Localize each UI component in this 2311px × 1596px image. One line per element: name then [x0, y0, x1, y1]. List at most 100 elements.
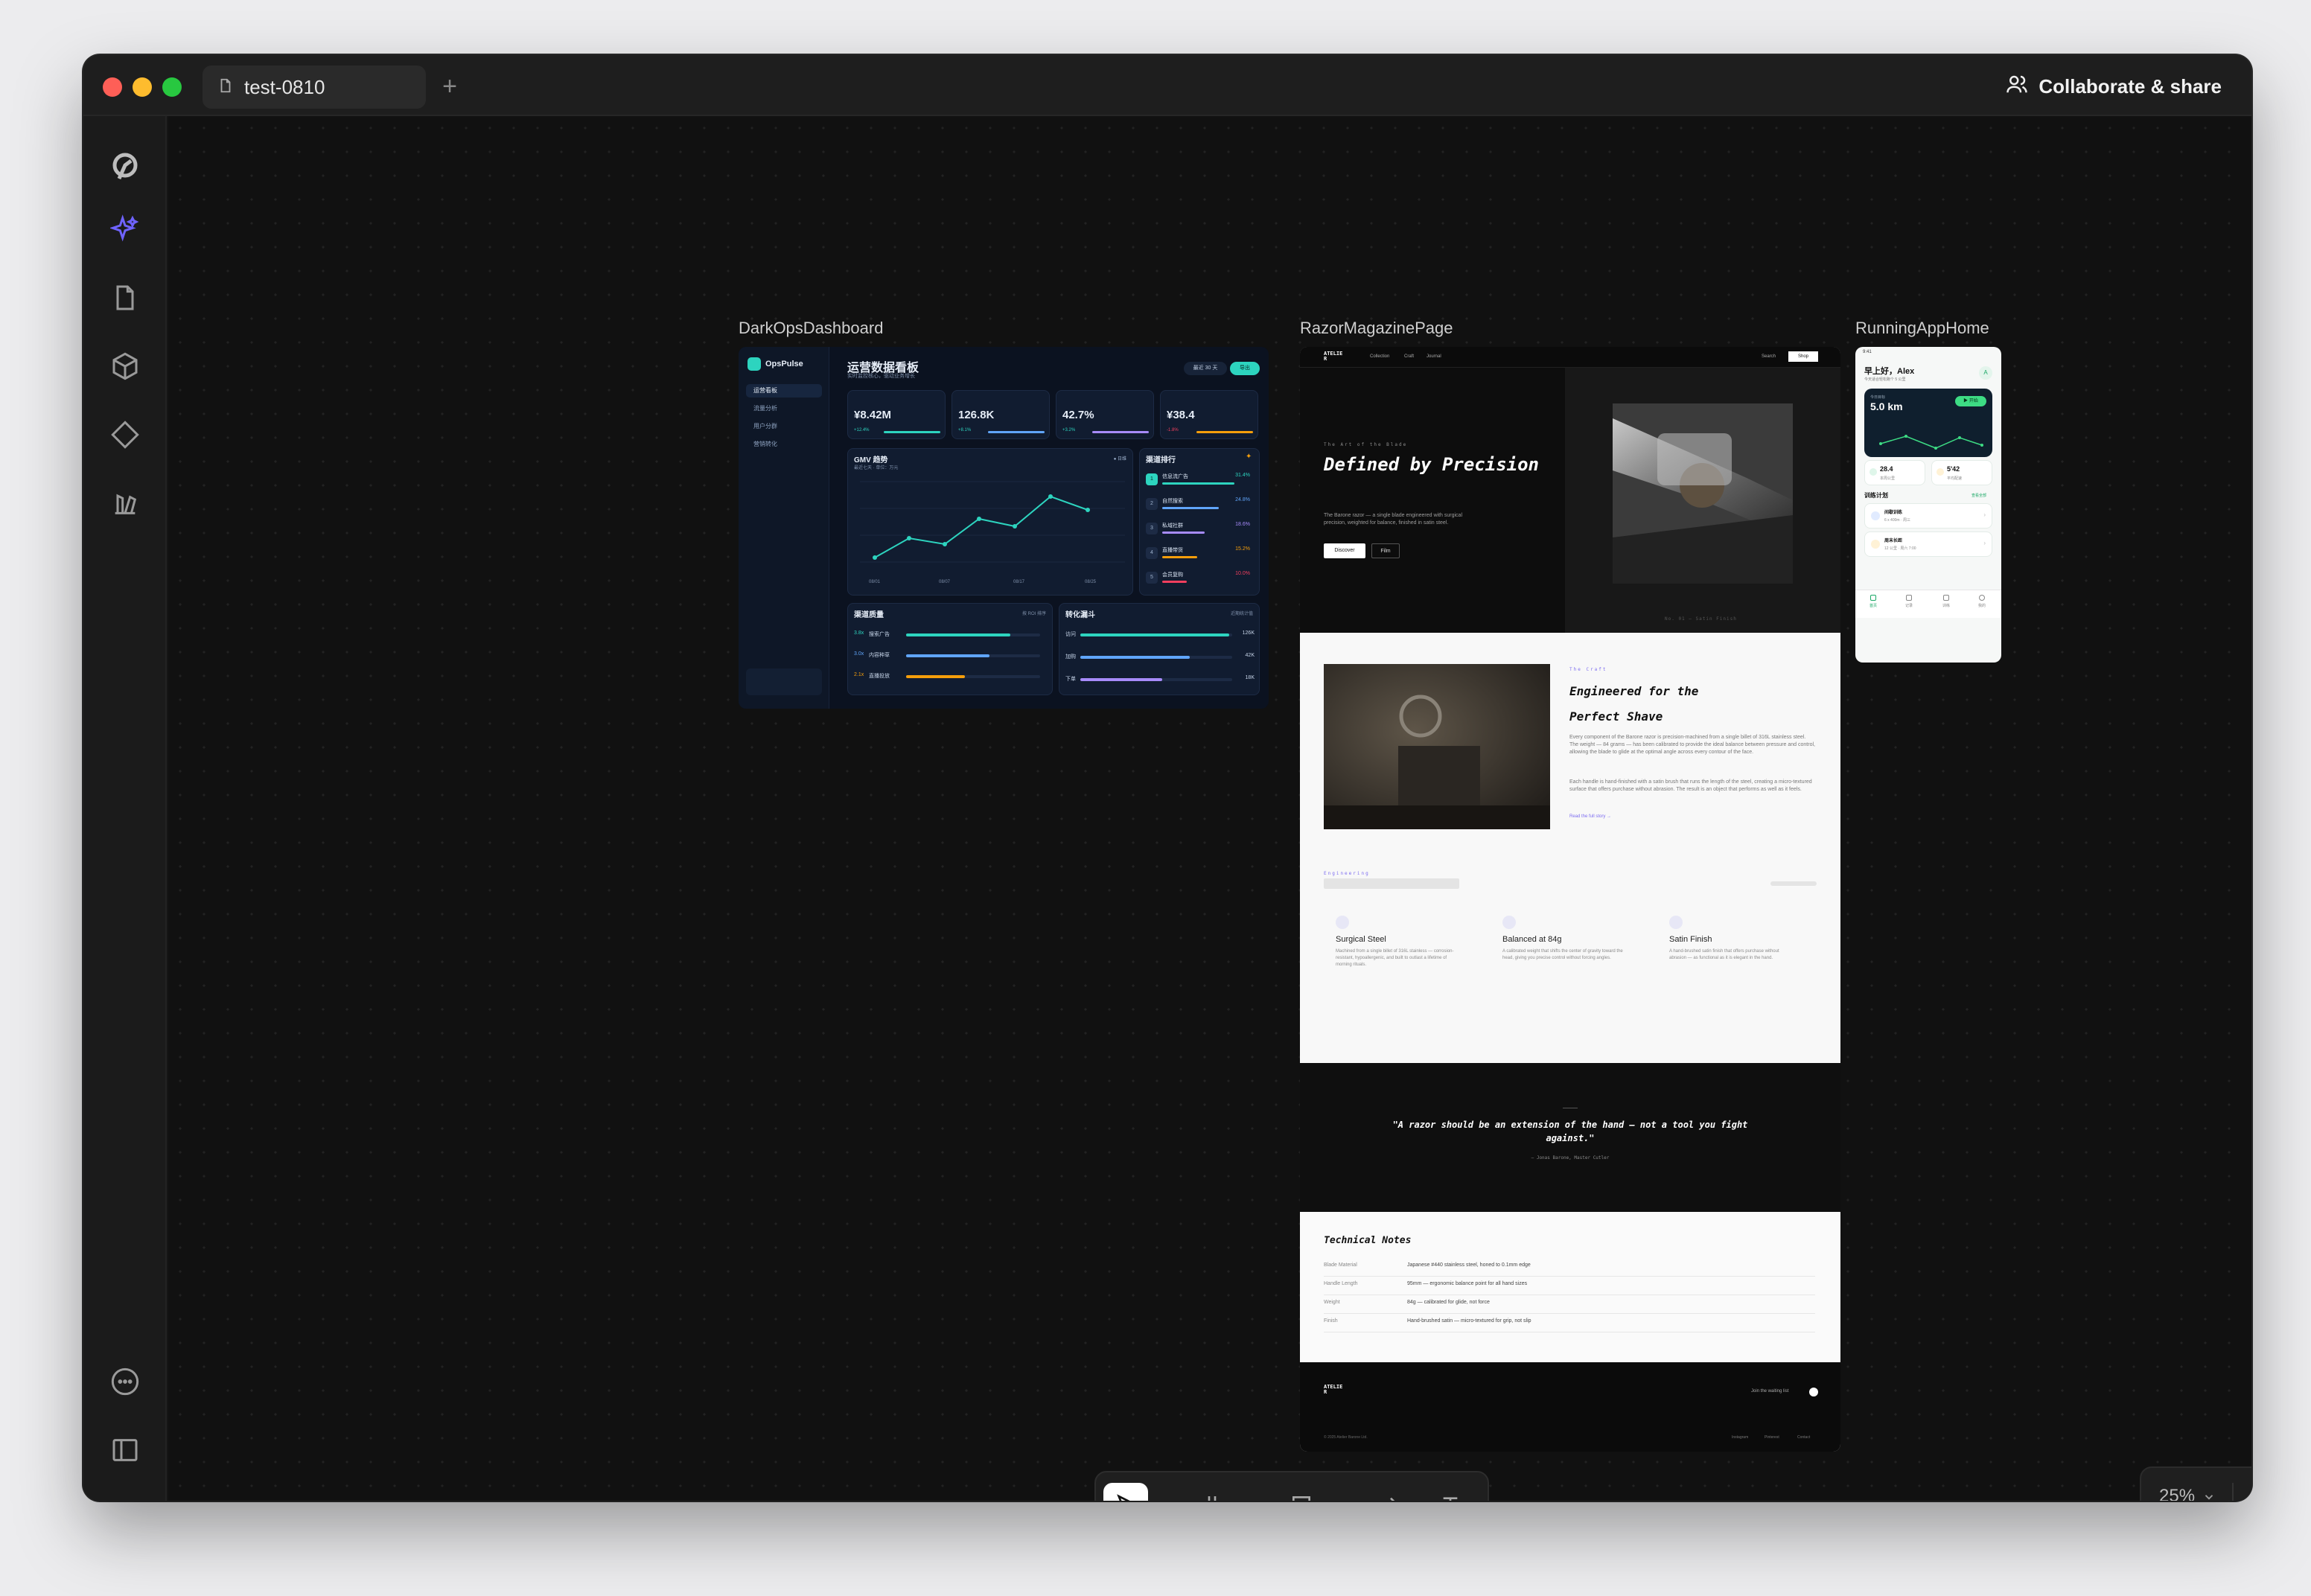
view-all-plans-link[interactable]: 查看全部: [1971, 493, 1986, 498]
chevron-down-icon[interactable]: [2202, 1490, 2216, 1501]
quality-bar-track: [906, 654, 1040, 657]
rank-value: 18.6%: [1235, 522, 1250, 527]
footer-link[interactable]: Instagram: [1732, 1435, 1748, 1440]
logo-icon[interactable]: [107, 149, 143, 185]
frame-running-app-home[interactable]: 9:41 早上好，Alex 今天适合轻松跑个 5 公里 A 今日目标 5.0 k…: [1855, 347, 2001, 663]
feature-icon: [1502, 916, 1516, 929]
quality-row: 3.8x 搜索广告: [854, 629, 1048, 641]
kpi-delta: +3.2%: [1062, 428, 1076, 432]
nav-link-collection[interactable]: Collection: [1370, 354, 1389, 359]
funnel-bar-track: [1080, 678, 1232, 681]
collaborate-share-button[interactable]: Collaborate & share: [2006, 70, 2222, 103]
plan-item[interactable]: 周末长距 12 公里 · 周六 7:00 ›: [1864, 532, 1992, 557]
funnel-value: 18K: [1245, 675, 1255, 680]
design-tokens-diamond-icon[interactable]: [110, 420, 140, 450]
dashboard-nav-item[interactable]: 运营看板: [746, 384, 822, 398]
quote-section: "A razor should be an extension of the h…: [1300, 1063, 1840, 1212]
footer-logo[interactable]: ATELIE R: [1324, 1385, 1342, 1395]
ai-sparkle-icon[interactable]: [109, 214, 140, 244]
components-cube-icon[interactable]: [110, 351, 140, 381]
funnel-value: 126K: [1242, 631, 1255, 636]
tab-title: test-0810: [244, 75, 325, 98]
funnel-tag: 近期统计值: [1230, 612, 1253, 616]
zoom-level[interactable]: 25%: [2159, 1486, 2195, 1501]
rank-bar: [1162, 581, 1188, 583]
rank-number: 4: [1146, 547, 1158, 559]
quality-bar-fill: [906, 633, 1011, 636]
spec-row: Blade Material Japanese #440 stainless st…: [1324, 1258, 1815, 1277]
frame-label-running[interactable]: RunningAppHome: [1855, 319, 1989, 338]
rank-bar: [1162, 556, 1198, 558]
dashboard-nav-item[interactable]: 用户分群: [746, 420, 822, 433]
waiting-list-toggle[interactable]: [1809, 1388, 1818, 1396]
toggle-panel-icon[interactable]: [110, 1435, 140, 1465]
frame-razor-magazine-page[interactable]: No. 01 — Satin Finish ATELIE R Collectio…: [1300, 347, 1840, 1452]
feature-desc: Machined from a single billet of 316L st…: [1336, 949, 1454, 967]
quality-title: 渠道质量: [854, 611, 884, 619]
tab-training[interactable]: 训练: [1939, 595, 1954, 608]
chevron-down-icon[interactable]: [1158, 1498, 1173, 1501]
pages-icon[interactable]: [110, 283, 140, 313]
nav-link-craft[interactable]: Craft: [1404, 354, 1414, 359]
waiting-list-link[interactable]: Join the waiting list: [1751, 1389, 1788, 1394]
quality-bar-track: [906, 675, 1040, 678]
tab-records[interactable]: 记录: [1902, 595, 1916, 608]
plan-title: 间歇训练: [1884, 511, 1903, 515]
kpi-value: 126.8K: [958, 409, 995, 421]
training-icon: [1943, 595, 1949, 601]
magazine-logo[interactable]: ATELIE R: [1324, 351, 1342, 362]
sidebar-user-card[interactable]: [746, 668, 822, 695]
nav-shop-button[interactable]: Shop: [1788, 351, 1818, 362]
read-story-link[interactable]: Read the full story →: [1569, 814, 1611, 819]
frame-tool-button[interactable]: [1190, 1483, 1234, 1501]
date-range-pill[interactable]: 最近 30 天: [1184, 362, 1227, 375]
tab-home[interactable]: 首页: [1866, 595, 1881, 608]
feature-desc: A calibrated weight that shifts the cent…: [1502, 949, 1623, 960]
x-tick-label: 08/17: [1013, 580, 1025, 584]
discover-button[interactable]: Discover: [1324, 543, 1365, 558]
tab-label: 首页: [1869, 604, 1877, 608]
new-tab-button[interactable]: +: [435, 71, 465, 101]
rank-number: 1: [1146, 473, 1158, 485]
more-options-icon[interactable]: [110, 1367, 140, 1396]
plan-item[interactable]: 间歇训练 6 x 400m · 周三 ›: [1864, 503, 1992, 529]
weekly-distance-stat: 28.4 本周公里: [1864, 460, 1925, 485]
quality-row: 2.1x 直播投放: [854, 671, 1048, 683]
dashboard-nav-item[interactable]: 营销转化: [746, 438, 822, 451]
frame-dark-ops-dashboard[interactable]: OpsPulse 运营看板 流量分析 用户分群 营销转化 运营数据看板 实时监控…: [739, 347, 1269, 709]
maximize-window-button[interactable]: [162, 77, 182, 97]
footer-link[interactable]: Contact: [1797, 1435, 1810, 1440]
nav-search[interactable]: Search: [1762, 354, 1776, 359]
chevron-down-icon[interactable]: [1337, 1498, 1352, 1501]
minimize-window-button[interactable]: [133, 77, 152, 97]
text-tool-button[interactable]: [1428, 1483, 1473, 1501]
rank-number: 2: [1146, 498, 1158, 510]
plan-icon: [1871, 540, 1880, 549]
engineering-kicker: Engineering: [1324, 871, 1370, 876]
stat-label: 平均配速: [1947, 476, 1963, 481]
select-tool-button[interactable]: [1103, 1483, 1148, 1501]
library-icon[interactable]: [110, 488, 140, 518]
frame-label-magazine[interactable]: RazorMagazinePage: [1300, 319, 1453, 338]
avatar[interactable]: A: [1979, 366, 1992, 380]
close-window-button[interactable]: [103, 77, 122, 97]
greeting-subtitle: 今天适合轻松跑个 5 公里: [1864, 377, 1906, 382]
ranking-row: 3 私域社群 18.6%: [1146, 520, 1250, 538]
pen-tool-button[interactable]: [1368, 1483, 1413, 1501]
frame-label-dashboard[interactable]: DarkOpsDashboard: [739, 319, 883, 338]
funnel-bar-fill: [1080, 656, 1190, 659]
design-canvas[interactable]: DarkOpsDashboard OpsPulse 运营看板 流量分析 用户分群…: [168, 116, 2251, 1501]
rank-label: 自然搜索: [1162, 499, 1183, 504]
footer-link[interactable]: Pinterest: [1765, 1435, 1779, 1440]
film-button[interactable]: Film: [1371, 543, 1400, 558]
tab-test-0810[interactable]: test-0810: [203, 66, 426, 109]
export-button[interactable]: 导出: [1230, 362, 1260, 375]
rectangle-tool-button[interactable]: [1279, 1483, 1324, 1501]
dashboard-nav-item[interactable]: 流量分析: [746, 402, 822, 415]
chevron-down-icon[interactable]: [1248, 1498, 1263, 1501]
nav-link-journal[interactable]: Journal: [1427, 354, 1441, 359]
today-goal-card[interactable]: 今日目标 5.0 km ▶ 开始: [1864, 389, 1992, 457]
brand-logo-icon: [748, 357, 761, 371]
kpi-card: 42.7% +3.2%: [1056, 390, 1154, 439]
tab-profile[interactable]: 我的: [1974, 595, 1989, 608]
